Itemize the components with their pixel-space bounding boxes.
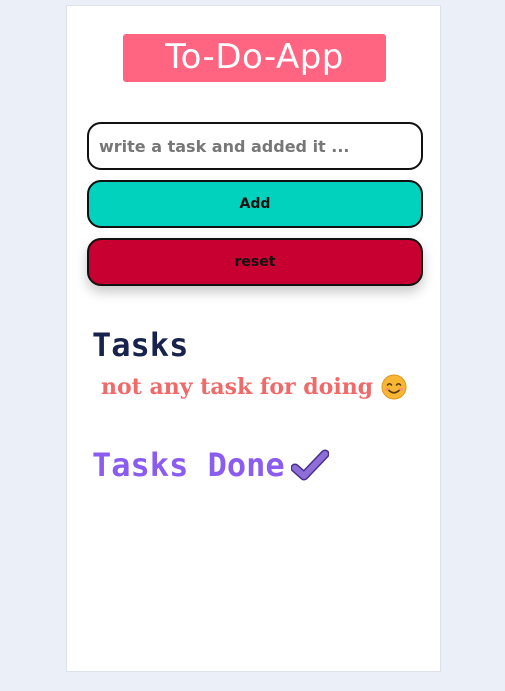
- add-button[interactable]: Add: [87, 180, 423, 228]
- check-mark-icon: [290, 449, 330, 481]
- app-title: To-Do-App: [123, 34, 386, 82]
- tasks-done-text: Tasks Done: [92, 446, 285, 484]
- app-card: To-Do-App Add reset Tasks not any task f…: [66, 5, 441, 672]
- task-input[interactable]: [87, 122, 423, 170]
- tasks-heading: Tasks: [92, 326, 189, 364]
- smiling-face-icon: [381, 374, 407, 400]
- empty-tasks-text: not any task for doing: [101, 374, 374, 400]
- reset-button[interactable]: reset: [87, 238, 423, 286]
- empty-tasks-message: not any task for doing: [101, 374, 407, 400]
- tasks-done-heading: Tasks Done: [92, 446, 330, 484]
